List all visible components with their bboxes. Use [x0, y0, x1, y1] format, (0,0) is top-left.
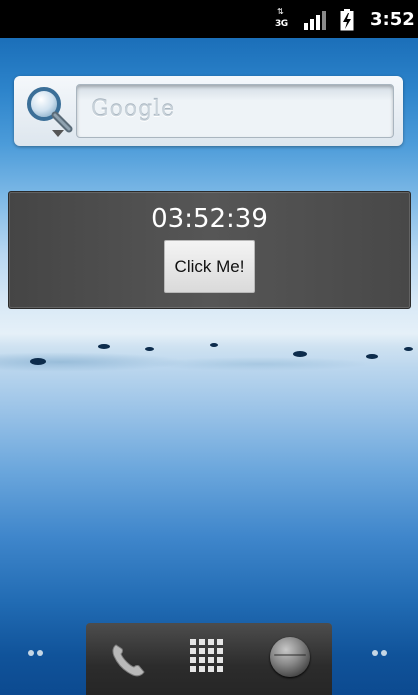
page-indicator-left[interactable] [28, 650, 48, 658]
page-indicator-right[interactable] [372, 650, 392, 658]
wallpaper-rock [293, 351, 307, 357]
search-source-dropdown-icon[interactable] [52, 130, 64, 137]
wallpaper-rock [98, 344, 110, 349]
network-type-label: 3G [275, 19, 288, 29]
click-me-button[interactable]: Click Me! [164, 240, 255, 293]
wallpaper-rock [210, 343, 218, 347]
dock [86, 623, 332, 695]
battery-charging-icon [340, 9, 354, 31]
network-3g-icon: ⇅ 3G [275, 7, 288, 30]
wallpaper-shoreline [0, 348, 418, 388]
wallpaper-rock [30, 358, 46, 365]
status-clock: 3:52 [370, 9, 415, 30]
wallpaper-rock [404, 347, 413, 351]
phone-icon[interactable] [108, 639, 148, 679]
browser-icon[interactable] [270, 637, 310, 677]
signal-strength-icon [304, 11, 326, 30]
search-input[interactable]: Google [76, 84, 394, 138]
all-apps-icon[interactable] [188, 637, 224, 673]
search-placeholder: Google [91, 97, 176, 122]
clock-widget: 03:52:39 Click Me! [8, 191, 411, 309]
google-search-widget[interactable]: Google [14, 76, 403, 146]
wallpaper-rock [145, 347, 154, 351]
clock-time: 03:52:39 [151, 204, 268, 234]
wallpaper-rock [366, 354, 378, 359]
status-bar: ⇅ 3G 3:52 [0, 0, 418, 38]
